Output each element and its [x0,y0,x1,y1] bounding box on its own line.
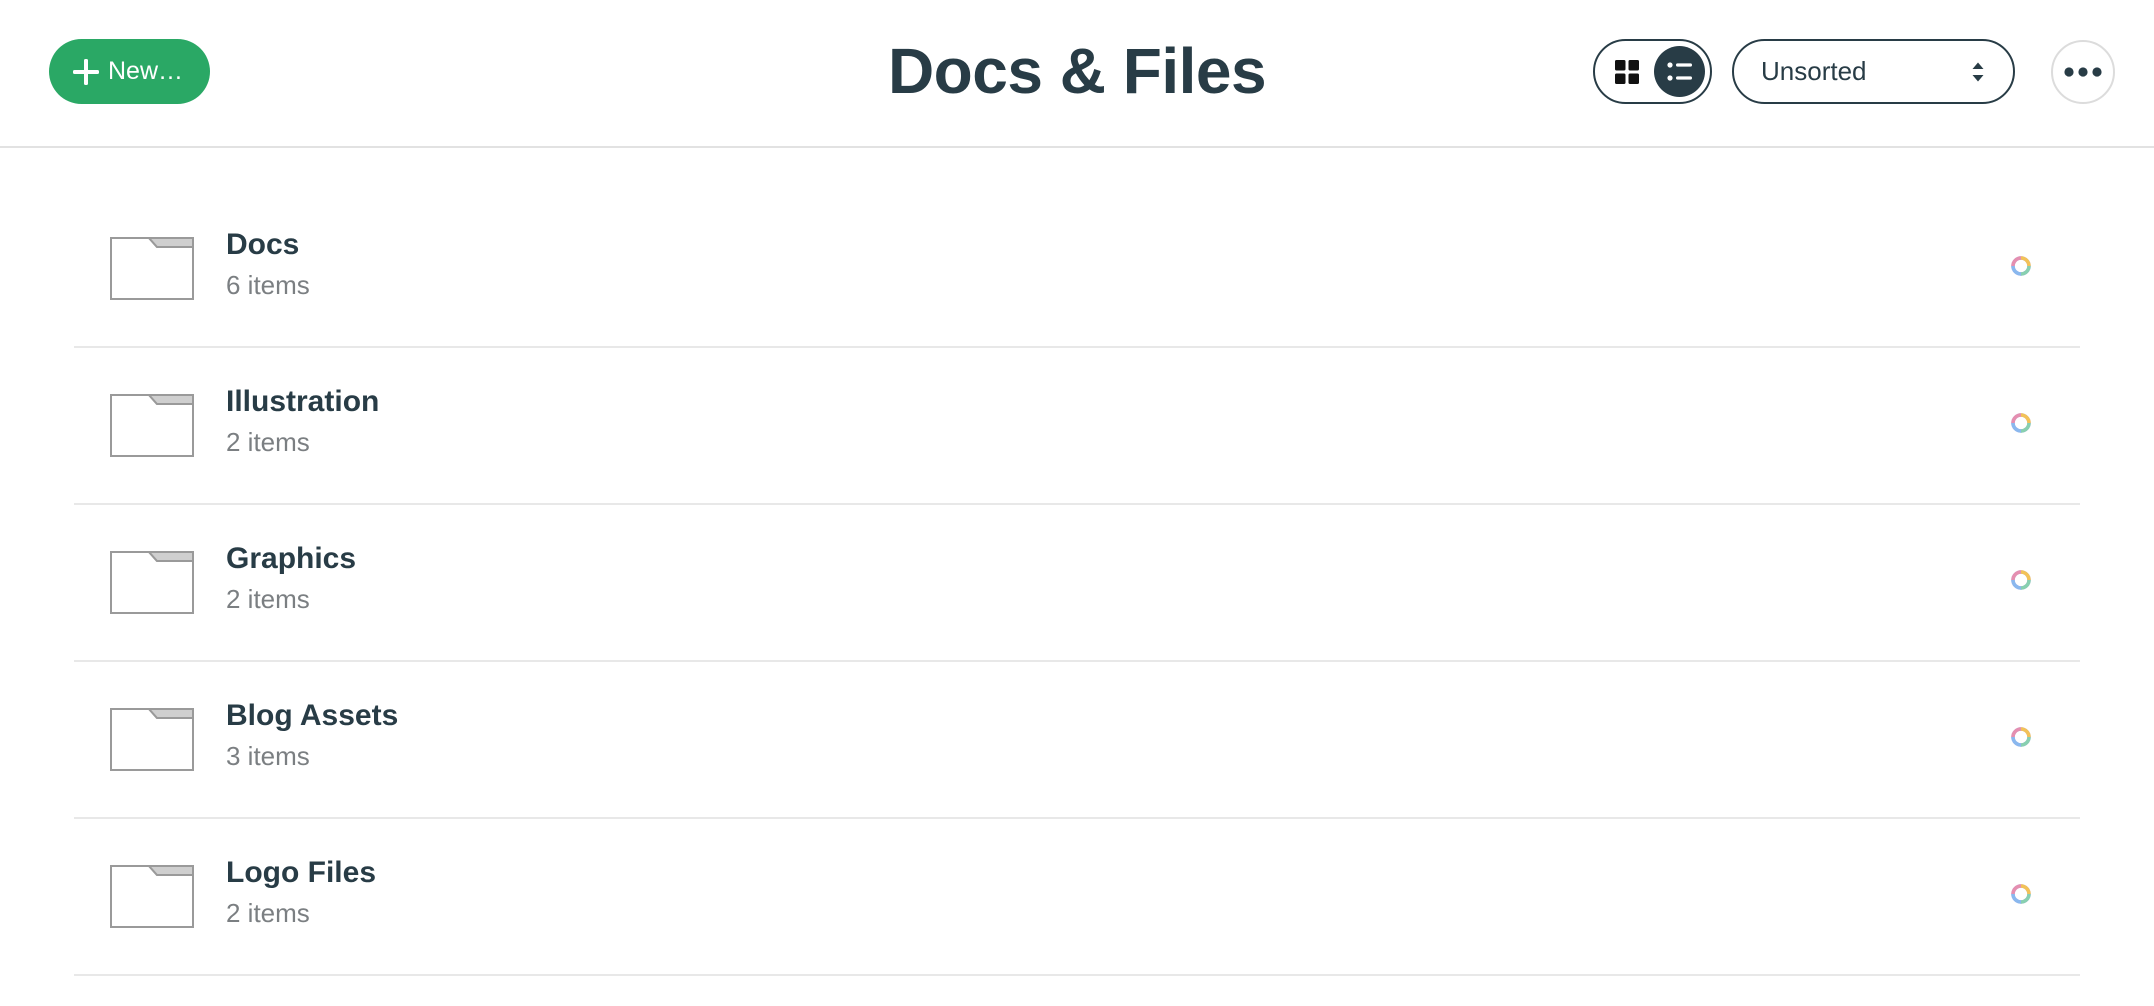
folder-name: Graphics [226,542,357,575]
grid-view-icon [1614,59,1639,84]
folder-name: Illustration [226,385,380,418]
folder-name: Docs [226,228,300,261]
more-options-icon [2064,67,2102,77]
folder-item-count: 2 items [226,584,310,614]
new-button[interactable]: New… [49,39,210,104]
folder-list: Docs 6 items Illustration 2 items Graphi… [74,191,2080,976]
status-ring-icon [2011,413,2031,433]
sort-arrows-icon [1972,62,1984,82]
status-ring-icon [2011,570,2031,590]
new-button-label: New… [107,57,183,85]
plus-icon [72,58,99,85]
folder-item-count: 2 items [226,427,310,457]
folder-icon [110,551,194,614]
folder-icon [110,237,194,300]
folder-item-count: 6 items [226,270,310,300]
folder-item-count: 2 items [226,898,310,928]
more-options-button[interactable] [2051,40,2115,104]
page-header: New… Docs & Files Unsorted [0,0,2154,148]
folder-row[interactable]: Logo Files 2 items [74,819,2080,976]
folder-name: Blog Assets [226,699,399,732]
status-ring-icon [2011,884,2031,904]
list-view-button[interactable] [1654,46,1705,97]
folder-icon [110,865,194,928]
list-view-icon [1666,61,1692,81]
view-toggle [1593,39,1712,104]
sort-selected-label: Unsorted [1761,56,1867,86]
status-ring-icon [2011,727,2031,747]
status-ring-icon [2011,256,2031,276]
folder-row[interactable]: Graphics 2 items [74,505,2080,662]
folder-icon [110,708,194,771]
folder-row[interactable]: Docs 6 items [74,191,2080,348]
folder-item-count: 3 items [226,741,310,771]
folder-row[interactable]: Blog Assets 3 items [74,662,2080,819]
grid-view-button[interactable] [1605,50,1648,93]
sort-select[interactable]: Unsorted [1732,39,2015,104]
folder-row[interactable]: Illustration 2 items [74,348,2080,505]
folder-name: Logo Files [226,856,376,889]
folder-icon [110,394,194,457]
